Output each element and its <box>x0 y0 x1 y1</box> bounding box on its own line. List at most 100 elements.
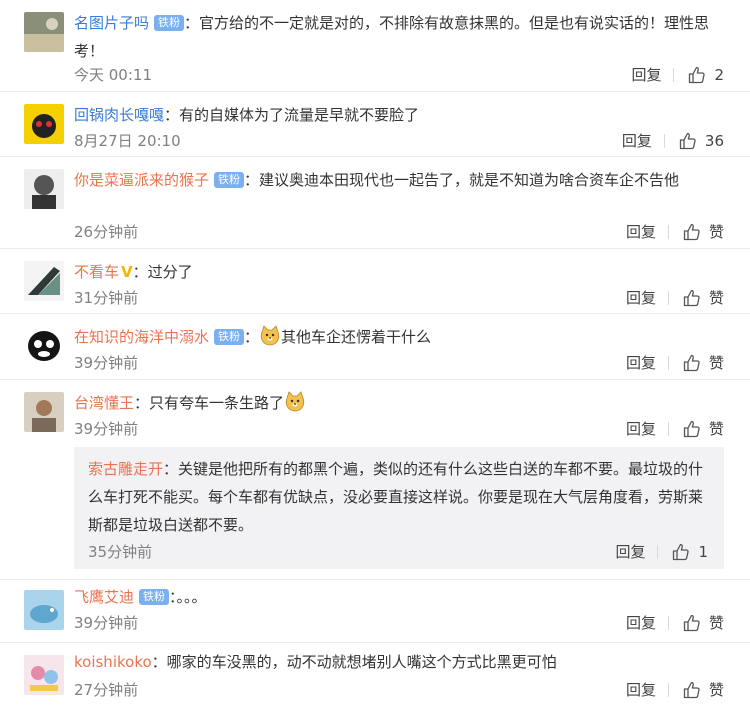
comment-item: 在知识的海洋中溺水 铁粉： 其他车企还愣着干什么 39分钟前 回复 赞 <box>0 314 750 380</box>
fan-badge[interactable]: 铁粉 <box>214 329 245 345</box>
reply-button[interactable]: 回复 <box>626 612 656 633</box>
username-link[interactable]: 名图片子吗 <box>74 14 149 32</box>
separator: ： <box>132 263 148 281</box>
reply-button[interactable]: 回复 <box>626 221 656 242</box>
verified-v-icon[interactable]: V <box>121 258 133 286</box>
avatar-image-icon <box>24 12 64 52</box>
doge-emoji-icon <box>285 391 305 412</box>
thumbs-up-icon[interactable] <box>679 132 697 150</box>
avatar-image-icon <box>24 326 64 366</box>
avatar[interactable] <box>24 590 64 630</box>
comment-actions: 回复 赞 <box>626 418 724 439</box>
avatar-image-icon <box>24 655 64 695</box>
like-count[interactable]: 赞 <box>709 287 724 308</box>
comment-text: 有的自媒体为了流量是早就不要脸了 <box>179 106 420 124</box>
divider <box>667 682 669 697</box>
comment-actions: 回复 赞 <box>626 287 724 308</box>
username-link[interactable]: 在知识的海洋中溺水 <box>74 328 209 346</box>
avatar[interactable] <box>24 261 64 301</box>
separator: ： <box>169 588 177 606</box>
avatar[interactable] <box>24 104 64 144</box>
avatar[interactable] <box>24 326 64 366</box>
username-link[interactable]: 台湾懂王 <box>74 394 134 412</box>
comment-time: 31分钟前 <box>74 289 139 307</box>
divider <box>667 615 669 630</box>
reply-text-line: 索古雕走开：关键是他把所有的都黑个遍，类似的还有什么这些白送的车都不要。最垃圾的… <box>88 455 708 539</box>
comment-text-line: 回锅肉长嘎嘎：有的自媒体为了流量是早就不要脸了 <box>74 101 710 129</box>
separator: ： <box>184 14 200 32</box>
avatar[interactable] <box>24 392 64 432</box>
comment-actions: 回复 赞 <box>626 352 724 373</box>
divider <box>667 290 669 305</box>
thumbs-up-icon[interactable] <box>688 66 706 84</box>
username-link[interactable]: 飞鹰艾迪 <box>74 588 134 606</box>
fan-badge[interactable]: 铁粉 <box>154 15 185 31</box>
comment-text-line: 台湾懂王：只有夸车一条生路了 <box>74 389 710 417</box>
comment-text: 过分了 <box>147 263 193 281</box>
comment-item: koishikoko：哪家的车没黑的，动不动就想堵别人嘴这个方式比黑更可怕 27… <box>0 643 750 708</box>
comment-item: 飞鹰艾迪 铁粉：。。。 39分钟前 回复 赞 <box>0 580 750 643</box>
like-count[interactable]: 赞 <box>709 612 724 633</box>
username-link[interactable]: 你是菜逼派来的猴子 <box>74 171 209 189</box>
like-count[interactable]: 2 <box>714 66 724 84</box>
comment-item: 你是菜逼派来的猴子 铁粉 ：建议奥迪本田现代也一起告了，就是不知道为啥合资车企不告他… <box>0 157 750 249</box>
username-link[interactable]: 不看车 <box>74 263 119 281</box>
thumbs-up-icon[interactable] <box>683 354 701 372</box>
comment-time: 27分钟前 <box>74 681 139 699</box>
avatar-image-icon <box>24 104 64 144</box>
thumbs-up-icon[interactable] <box>683 420 701 438</box>
comment-item: 回锅肉长嘎嘎：有的自媒体为了流量是早就不要脸了 8月27日 20:10 回复 3… <box>0 92 750 157</box>
comment-text: 其他车企还愣着干什么 <box>281 328 432 346</box>
comment-actions: 回复 赞 <box>626 612 724 633</box>
separator: ： <box>244 171 260 189</box>
comment-item: 名图片子吗 铁粉 ：官方给的不一定就是对的，不排除有故意抹黑的。但是也有说实话的！理… <box>0 0 750 92</box>
avatar-image-icon <box>24 261 64 301</box>
comment-actions: 回复 赞 <box>626 221 724 242</box>
avatar-image-icon <box>24 392 64 432</box>
thumbs-up-icon[interactable] <box>672 543 690 561</box>
reply-button[interactable]: 回复 <box>626 418 656 439</box>
avatar[interactable] <box>24 169 64 209</box>
comment-text-line: 飞鹰艾迪 铁粉：。。。 <box>74 583 710 611</box>
reply-actions: 回复 1 <box>615 541 708 562</box>
reply-button[interactable]: 回复 <box>626 679 656 700</box>
doge-emoji-icon <box>260 325 280 346</box>
thumbs-up-icon[interactable] <box>683 614 701 632</box>
divider <box>663 133 665 148</box>
fan-badge[interactable]: 铁粉 <box>139 589 170 605</box>
like-count[interactable]: 赞 <box>709 221 724 242</box>
avatar[interactable] <box>24 12 64 52</box>
avatar[interactable] <box>24 655 64 695</box>
username-link[interactable]: 索古雕走开 <box>88 460 163 478</box>
comment-text-line: 不看车 V：过分了 <box>74 258 710 286</box>
like-count[interactable]: 1 <box>698 543 708 561</box>
reply-button[interactable]: 回复 <box>631 64 661 85</box>
reply-time: 35分钟前 <box>88 543 153 561</box>
divider <box>657 544 659 559</box>
separator: ： <box>151 653 167 671</box>
comment-time: 39分钟前 <box>74 614 139 632</box>
fan-badge[interactable]: 铁粉 <box>214 172 245 188</box>
username-link[interactable]: koishikoko <box>74 653 152 671</box>
reply-text: 关键是他把所有的都黑个遍，类似的还有什么这些白送的车都不要。最垃圾的什么车打死不… <box>88 460 704 534</box>
comment-text-line: 名图片子吗 铁粉 ：官方给的不一定就是对的，不排除有故意抹黑的。但是也有说实话的！理… <box>74 9 710 65</box>
comment-text: 只有夸车一条生路了 <box>149 394 285 412</box>
comment-actions: 回复 赞 <box>626 679 724 700</box>
like-count[interactable]: 赞 <box>709 418 724 439</box>
comment-time: 今天 00:11 <box>74 66 152 84</box>
comment-text: 建议奥迪本田现代也一起告了，就是不知道为啥合资车企不告他 <box>259 171 680 189</box>
separator: ： <box>164 106 180 124</box>
like-count[interactable]: 36 <box>705 132 724 150</box>
username-link[interactable]: 回锅肉长嘎嘎 <box>74 106 164 124</box>
thumbs-up-icon[interactable] <box>683 289 701 307</box>
like-count[interactable]: 赞 <box>709 679 724 700</box>
nested-reply: 索古雕走开：关键是他把所有的都黑个遍，类似的还有什么这些白送的车都不要。最垃圾的… <box>74 447 724 569</box>
comment-text-line: 你是菜逼派来的猴子 铁粉 ：建议奥迪本田现代也一起告了，就是不知道为啥合资车企不告他 <box>74 166 710 194</box>
like-count[interactable]: 赞 <box>709 352 724 373</box>
thumbs-up-icon[interactable] <box>683 681 701 699</box>
reply-button[interactable]: 回复 <box>622 130 652 151</box>
reply-button[interactable]: 回复 <box>626 352 656 373</box>
reply-button[interactable]: 回复 <box>626 287 656 308</box>
reply-button[interactable]: 回复 <box>615 541 645 562</box>
thumbs-up-icon[interactable] <box>683 223 701 241</box>
